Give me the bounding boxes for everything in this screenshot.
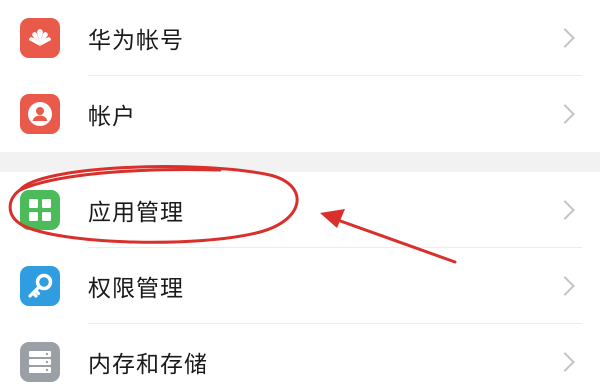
huawei-logo-icon xyxy=(20,18,60,58)
chevron-right-icon xyxy=(555,200,575,220)
chevron-right-icon xyxy=(555,104,575,124)
settings-item-label: 内存和存储 xyxy=(88,352,208,378)
apps-grid-icon xyxy=(20,190,60,230)
settings-item-label: 华为帐号 xyxy=(88,28,184,54)
settings-item-label: 帐户 xyxy=(88,104,136,130)
settings-item-memory-storage[interactable]: 内存和存储 xyxy=(0,324,600,392)
settings-group-account: 华为帐号 帐户 xyxy=(0,0,600,152)
key-icon xyxy=(20,266,60,306)
chevron-right-icon xyxy=(555,28,575,48)
settings-item-label: 应用管理 xyxy=(88,200,184,226)
chevron-right-icon xyxy=(555,276,575,296)
settings-item-app-management[interactable]: 应用管理 xyxy=(0,172,600,248)
settings-screen: 华为帐号 帐户 应用管理 权限管理 内存和存储 xyxy=(0,0,600,392)
settings-item-accounts[interactable]: 帐户 xyxy=(0,76,600,152)
user-icon xyxy=(20,94,60,134)
chevron-right-icon xyxy=(555,352,575,372)
storage-icon xyxy=(20,342,60,382)
settings-item-permission-management[interactable]: 权限管理 xyxy=(0,248,600,324)
section-gap xyxy=(0,152,600,172)
settings-item-huawei-id[interactable]: 华为帐号 xyxy=(0,0,600,76)
settings-group-apps: 应用管理 权限管理 内存和存储 xyxy=(0,172,600,392)
settings-item-label: 权限管理 xyxy=(88,276,184,302)
